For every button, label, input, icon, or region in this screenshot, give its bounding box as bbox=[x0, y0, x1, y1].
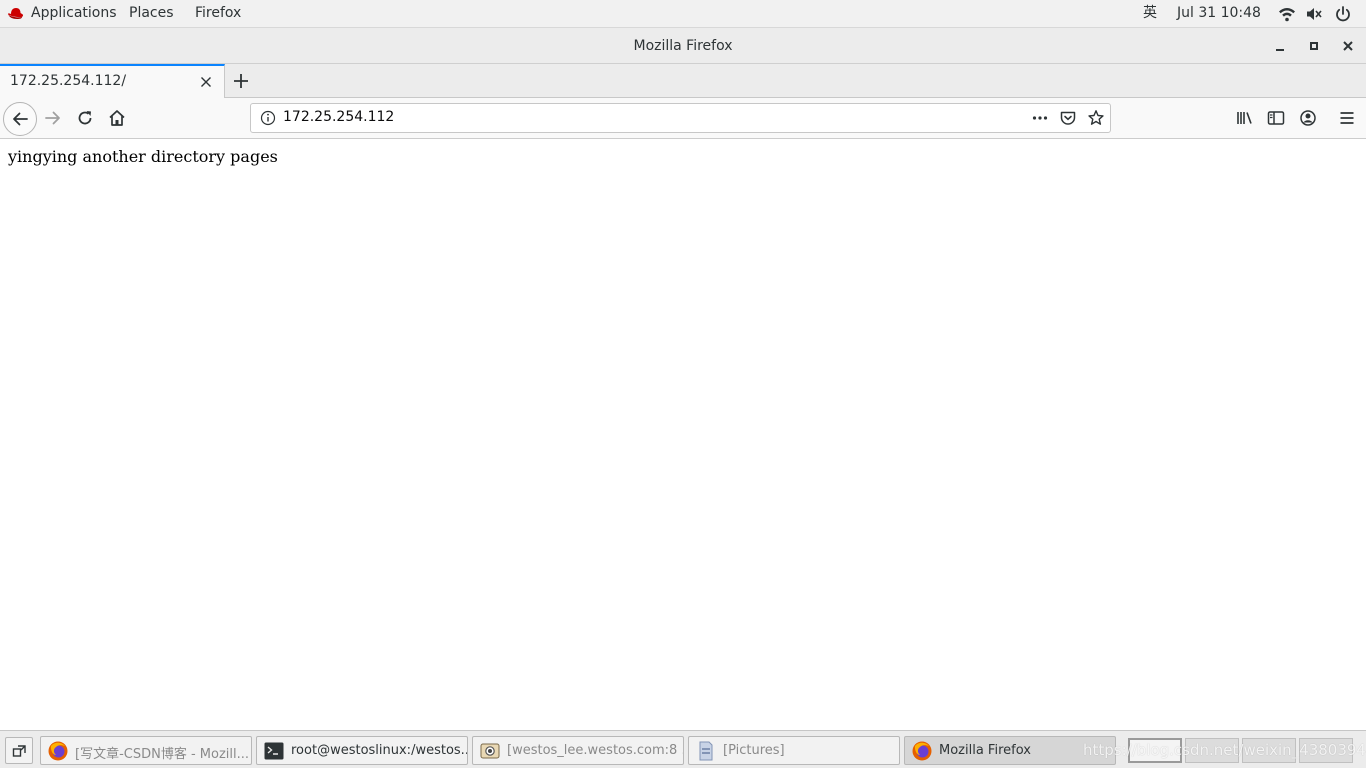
show-desktop-icon bbox=[12, 745, 26, 757]
taskbar-item-terminal[interactable]: root@westoslinux:/westos... bbox=[256, 736, 468, 765]
sidebar-toggle-icon[interactable] bbox=[1266, 108, 1286, 128]
taskbar-item-screenshot[interactable]: [westos_lee.westos.com:8 ... bbox=[472, 736, 684, 765]
screenshot-tool-icon bbox=[480, 743, 500, 759]
file-manager-icon bbox=[699, 741, 713, 761]
show-desktop-button[interactable] bbox=[5, 737, 33, 764]
places-menu[interactable]: Places bbox=[129, 0, 174, 28]
close-window-button[interactable] bbox=[1338, 36, 1358, 56]
terminal-icon bbox=[264, 742, 284, 760]
close-tab-icon[interactable] bbox=[198, 74, 214, 90]
app-menu[interactable]: Firefox bbox=[195, 0, 241, 28]
navigation-toolbar: 172.25.254.112 bbox=[0, 98, 1366, 139]
clock[interactable]: Jul 31 10:48 bbox=[1177, 0, 1261, 28]
new-tab-button[interactable] bbox=[230, 70, 252, 92]
pocket-icon[interactable] bbox=[1059, 109, 1077, 127]
library-icon[interactable] bbox=[1235, 108, 1255, 128]
power-icon[interactable] bbox=[1334, 5, 1352, 23]
task-label: Mozilla Firefox bbox=[939, 743, 1031, 758]
gnome-top-bar: Applications Places Firefox 英 Jul 31 10:… bbox=[0, 0, 1366, 28]
forward-button[interactable] bbox=[43, 108, 63, 128]
firefox-icon bbox=[912, 741, 932, 761]
page-content: yingying another directory pages bbox=[0, 140, 1366, 730]
url-bar[interactable]: 172.25.254.112 bbox=[250, 103, 1111, 133]
tab-strip: 172.25.254.112/ bbox=[0, 64, 1366, 99]
site-info-icon[interactable] bbox=[259, 109, 277, 127]
reload-button[interactable] bbox=[75, 108, 95, 128]
window-list-taskbar: [写文章-CSDN博客 - Mozill... root@westoslinux… bbox=[0, 730, 1366, 768]
minimize-button[interactable] bbox=[1270, 36, 1290, 56]
tab-active[interactable]: 172.25.254.112/ bbox=[0, 64, 225, 99]
taskbar-item-csdn[interactable]: [写文章-CSDN博客 - Mozill... bbox=[40, 736, 252, 765]
task-label: [写文章-CSDN博客 - Mozill... bbox=[75, 747, 250, 762]
home-button[interactable] bbox=[107, 108, 127, 128]
back-button[interactable] bbox=[3, 102, 37, 136]
task-label: [westos_lee.westos.com:8 ... bbox=[507, 743, 684, 758]
window-title: Mozilla Firefox bbox=[633, 38, 733, 54]
volume-muted-icon[interactable] bbox=[1305, 5, 1323, 23]
firefox-icon bbox=[48, 741, 68, 761]
page-body-text: yingying another directory pages bbox=[8, 147, 278, 166]
input-method-indicator[interactable]: 英 bbox=[1143, 0, 1157, 28]
task-label: root@westoslinux:/westos... bbox=[291, 743, 468, 758]
task-label: [Pictures] bbox=[723, 743, 785, 758]
redhat-logo-icon bbox=[7, 8, 23, 19]
hamburger-menu-icon[interactable] bbox=[1337, 108, 1357, 128]
url-input[interactable]: 172.25.254.112 bbox=[283, 109, 394, 125]
back-arrow-icon bbox=[13, 112, 28, 126]
taskbar-item-pictures[interactable]: [Pictures] bbox=[688, 736, 900, 765]
watermark-text: https://blog.csdn.net/weixin_43803940 bbox=[1083, 741, 1366, 759]
window-titlebar[interactable]: Mozilla Firefox bbox=[0, 28, 1366, 64]
applications-menu[interactable]: Applications bbox=[31, 0, 117, 28]
account-icon[interactable] bbox=[1298, 108, 1318, 128]
maximize-button[interactable] bbox=[1304, 36, 1324, 56]
wifi-icon[interactable] bbox=[1278, 5, 1296, 23]
tab-title: 172.25.254.112/ bbox=[10, 73, 127, 89]
bookmark-star-icon[interactable] bbox=[1087, 109, 1105, 127]
page-actions-icon[interactable] bbox=[1031, 109, 1049, 127]
